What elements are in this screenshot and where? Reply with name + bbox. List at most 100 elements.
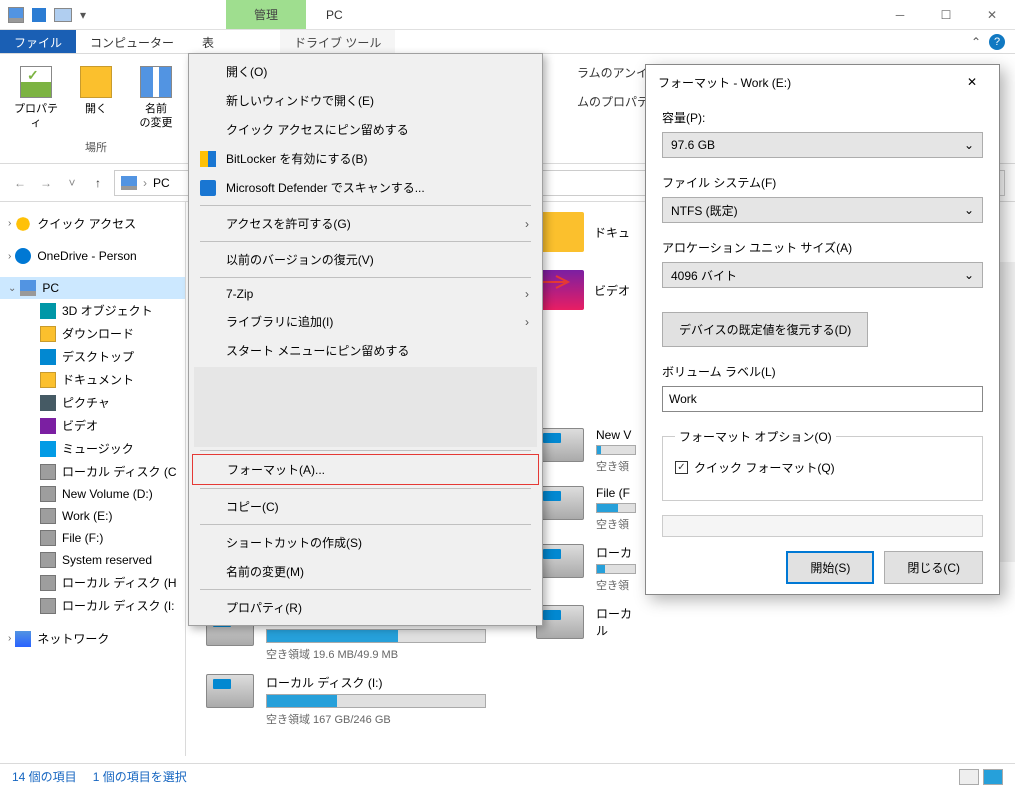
nav-back-icon[interactable]: ← (10, 173, 30, 193)
sidebar-network[interactable]: ›ネットワーク (0, 627, 185, 650)
disk-icon (40, 464, 56, 480)
ctx-open[interactable]: 開く(O) (192, 57, 539, 86)
drive-local-i[interactable]: ローカル ディスク (I:) 空き領域 167 GB/246 GB (206, 674, 486, 727)
cube-icon (40, 303, 56, 319)
picture-icon (40, 395, 56, 411)
ctx-restore-versions[interactable]: 以前のバージョンの復元(V) (192, 245, 539, 274)
drive-local-2[interactable]: ローカル (536, 605, 636, 642)
sidebar-disk-i[interactable]: ローカル ディスク (I: (0, 594, 185, 617)
filesystem-value: NTFS (既定) (671, 202, 738, 219)
sidebar-desktop[interactable]: デスクトップ (0, 345, 185, 368)
sidebar-music[interactable]: ミュージック (0, 437, 185, 460)
sidebar-videos[interactable]: ビデオ (0, 414, 185, 437)
ctx-grant-access[interactable]: アクセスを許可する(G)› (192, 209, 539, 238)
network-icon (15, 631, 31, 647)
close-button[interactable]: 閉じる(C) (884, 551, 983, 584)
rename-button[interactable]: 名前 の変更 (130, 62, 182, 131)
drive-icon (536, 605, 584, 639)
manage-tab[interactable]: 管理 (226, 0, 306, 29)
sidebar-system-reserved[interactable]: System reserved (0, 549, 185, 571)
format-dialog: フォーマット - Work (E:) ✕ 容量(P): 97.6 GB⌄ ファイ… (645, 64, 1000, 595)
nav-up-icon[interactable]: ↑ (88, 173, 108, 193)
ctx-add-library[interactable]: ライブラリに追加(I)› (192, 307, 539, 336)
disk-icon (40, 575, 56, 591)
sidebar-downloads[interactable]: ダウンロード (0, 322, 185, 345)
drive-local-h[interactable]: ローカ空き領 (536, 544, 636, 593)
ctx-bitlocker[interactable]: BitLocker を有効にする(B) (192, 144, 539, 173)
ctx-new-window[interactable]: 新しいウィンドウで開く(E) (192, 86, 539, 115)
status-selection: 1 個の項目を選択 (93, 768, 187, 785)
ctx-format[interactable]: フォーマット(A)... (192, 454, 539, 485)
sidebar-disk-e[interactable]: Work (E:) (0, 505, 185, 527)
minimize-button[interactable]: ─ (877, 0, 923, 30)
sidebar-documents[interactable]: ドキュメント (0, 368, 185, 391)
nav-history-icon[interactable]: ˅ (62, 173, 82, 193)
quick-access-dropdown[interactable]: ▾ (80, 8, 86, 22)
ctx-shortcut[interactable]: ショートカットの作成(S) (192, 528, 539, 557)
folder-open-icon (80, 66, 112, 98)
drive-new-volume[interactable]: New V空き領 (536, 428, 636, 474)
dialog-close-button[interactable]: ✕ (957, 67, 987, 97)
collapse-ribbon-icon[interactable]: ⌃ (971, 35, 981, 49)
ctx-format-label: フォーマット(A)... (227, 461, 325, 478)
sidebar-3d-objects[interactable]: 3D オブジェクト (0, 299, 185, 322)
close-button[interactable]: ✕ (969, 0, 1015, 30)
ctx-new-window-label: 新しいウィンドウで開く(E) (226, 92, 374, 109)
sidebar-pictures[interactable]: ピクチャ (0, 391, 185, 414)
tabs-icon[interactable] (54, 8, 72, 22)
dialog-title: フォーマット - Work (E:) (658, 74, 791, 91)
capacity-select[interactable]: 97.6 GB⌄ (662, 132, 983, 158)
disk-h-label: ローカル ディスク (H (62, 574, 177, 591)
view-tab[interactable]: 表 (188, 30, 228, 53)
sidebar-pc[interactable]: ⌄PC (0, 277, 185, 299)
start-button[interactable]: 開始(S) (786, 551, 874, 584)
sidebar-disk-h[interactable]: ローカル ディスク (H (0, 571, 185, 594)
cloud-icon (15, 248, 31, 264)
sidebar-onedrive[interactable]: ›OneDrive - Person (0, 245, 185, 267)
pc-icon (121, 176, 137, 190)
pc-icon (20, 280, 36, 296)
sidebar-disk-f[interactable]: File (F:) (0, 527, 185, 549)
disk-i-label: ローカル ディスク (I: (62, 597, 175, 614)
drive-name: ローカ (596, 544, 636, 561)
ctx-copy[interactable]: コピー(C) (192, 492, 539, 521)
ctx-pin-start[interactable]: スタート メニューにピン留めする (192, 336, 539, 365)
sidebar-disk-d[interactable]: New Volume (D:) (0, 483, 185, 505)
help-icon[interactable]: ? (989, 34, 1005, 50)
folder-icon (536, 212, 584, 252)
video-icon (40, 418, 56, 434)
file-tab[interactable]: ファイル (0, 30, 76, 53)
ctx-rename[interactable]: 名前の変更(M) (192, 557, 539, 586)
ctx-defender[interactable]: Microsoft Defender でスキャンする... (192, 173, 539, 202)
disk-d-label: New Volume (D:) (62, 487, 153, 501)
format-progress-bar (662, 515, 983, 537)
drive-space-text: 空き領域 19.6 MB/49.9 MB (266, 646, 486, 662)
ctx-open-label: 開く(O) (226, 63, 267, 80)
ctx-restore-label: 以前のバージョンの復元(V) (226, 251, 374, 268)
tiles-view-button[interactable] (983, 769, 1003, 785)
details-view-button[interactable] (959, 769, 979, 785)
ctx-properties[interactable]: プロパティ(R) (192, 593, 539, 622)
volume-label-input[interactable] (662, 386, 983, 412)
open-button[interactable]: 開く (70, 62, 122, 131)
maximize-button[interactable]: ☐ (923, 0, 969, 30)
allocation-select[interactable]: 4096 バイト⌄ (662, 262, 983, 288)
system-reserved-label: System reserved (62, 553, 152, 567)
drive-file-f[interactable]: File (F空き領 (536, 486, 636, 532)
ctx-7zip[interactable]: 7-Zip› (192, 281, 539, 307)
restore-defaults-button[interactable]: デバイスの既定値を復元する(D) (662, 312, 868, 347)
quick-format-label: クイック フォーマット(Q) (694, 459, 835, 476)
save-icon[interactable] (32, 8, 46, 22)
filesystem-select[interactable]: NTFS (既定)⌄ (662, 197, 983, 223)
sidebar-disk-c[interactable]: ローカル ディスク (C (0, 460, 185, 483)
vertical-scrollbar[interactable] (999, 262, 1015, 562)
sidebar-quick-access[interactable]: ›クイック アクセス (0, 212, 185, 235)
drive-tools-tab[interactable]: ドライブ ツール (280, 30, 395, 53)
videos-label: ビデオ (594, 282, 630, 299)
documents-folder[interactable]: ドキュ (536, 212, 636, 252)
computer-tab[interactable]: コンピューター (76, 30, 188, 53)
chevron-right-icon[interactable]: › (143, 176, 147, 190)
ctx-pin-quick-access[interactable]: クイック アクセスにピン留めする (192, 115, 539, 144)
properties-button[interactable]: プロパティ (10, 62, 62, 131)
quick-format-checkbox[interactable]: ✓ クイック フォーマット(Q) (675, 459, 970, 476)
